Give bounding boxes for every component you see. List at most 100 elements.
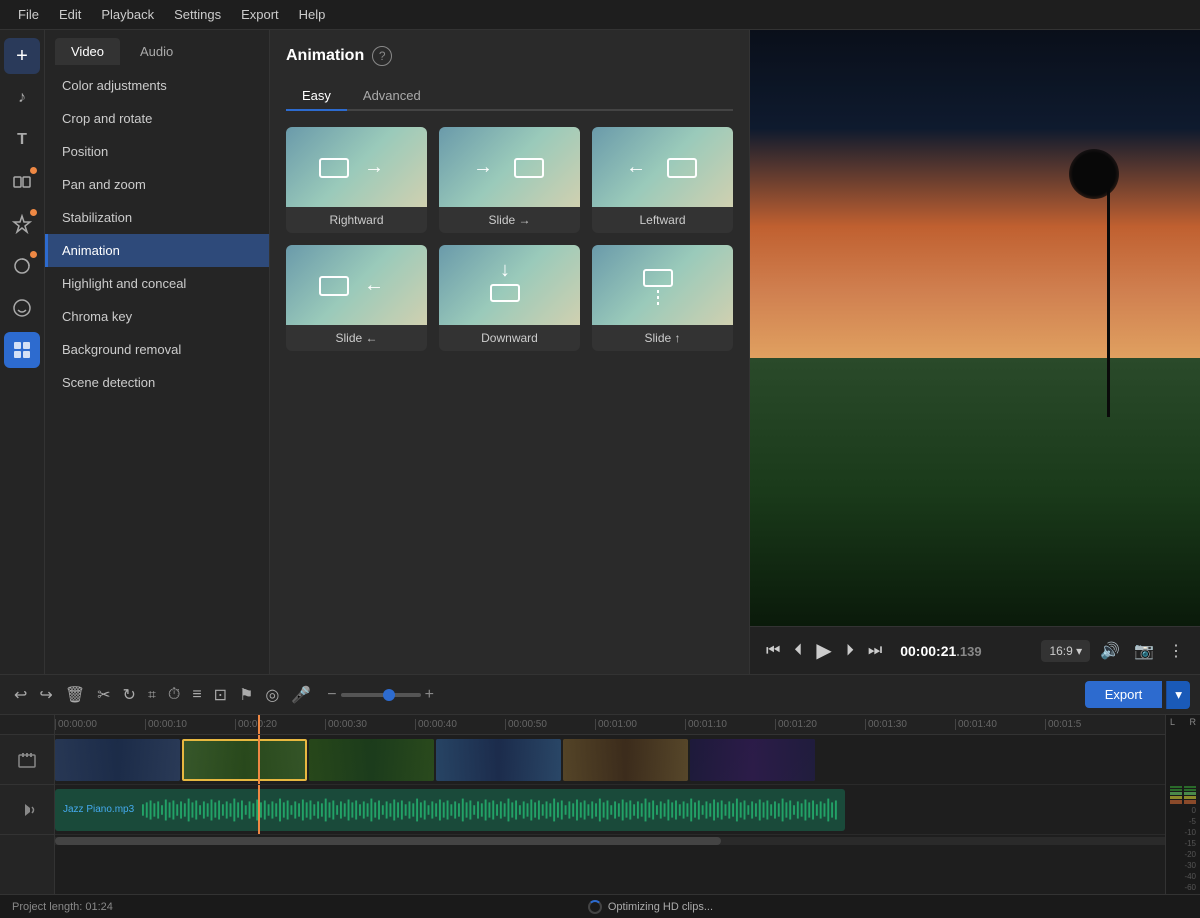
audio-btn[interactable]: 🎤	[287, 681, 315, 709]
video-clip-5[interactable]	[563, 739, 688, 781]
anim-card-leftward[interactable]: ← Leftward	[592, 127, 733, 233]
animation-help-icon[interactable]: ?	[372, 46, 392, 66]
undo-btn[interactable]: ↩	[10, 681, 31, 709]
preview-area: ⏮ ⏴ ▶ ⏵ ⏭ 00:00:21.139 16:9 ▾ 🔊 📷 ⋮	[750, 30, 1200, 674]
zoom-in-btn[interactable]: +	[425, 686, 434, 704]
rotate-btn[interactable]: ↻	[119, 681, 140, 709]
audio-track: Jazz Piano.mp3 // This will be rendered …	[55, 785, 1165, 835]
menu-item-stabilization[interactable]: Stabilization	[45, 201, 269, 234]
more-options-btn[interactable]: ⋮	[1164, 637, 1188, 665]
menu-playback[interactable]: Playback	[91, 7, 164, 22]
aspect-ratio-btn[interactable]: 16:9 ▾	[1041, 640, 1090, 662]
anim-label-slide-right: Slide →	[439, 207, 580, 233]
anim-tab-advanced[interactable]: Advanced	[347, 82, 437, 111]
anim-label-slide-up: Slide ↑	[592, 325, 733, 351]
prev-frame-btn[interactable]: ⏴	[790, 638, 806, 664]
speed-btn[interactable]: ⏱	[164, 682, 184, 708]
screenshot-btn[interactable]: 📷	[1130, 637, 1158, 665]
animation-tabs: Easy Advanced	[286, 82, 733, 111]
video-clip-3[interactable]	[309, 739, 434, 781]
equalizer-btn[interactable]: ≡	[188, 682, 205, 708]
svg-text:←: ←	[364, 274, 384, 296]
text-icon[interactable]: T	[4, 122, 40, 158]
transition-icon[interactable]	[4, 164, 40, 200]
stickers-icon[interactable]	[4, 290, 40, 326]
video-clip-6[interactable]	[690, 739, 815, 781]
audio-clip[interactable]: Jazz Piano.mp3 // This will be rendered …	[55, 789, 845, 831]
export-button[interactable]: Export	[1085, 681, 1163, 708]
video-clip-2-selected[interactable]	[182, 739, 307, 781]
video-clip-1[interactable]	[55, 739, 180, 781]
timeline-ruler: 00:00:00 00:00:10 00:00:20 00:00:30 00:0…	[55, 715, 1165, 735]
preview-controls: ⏮ ⏴ ▶ ⏵ ⏭ 00:00:21.139 16:9 ▾ 🔊 📷 ⋮	[750, 626, 1200, 674]
anim-card-slide-up[interactable]: Slide ↑	[592, 245, 733, 351]
menu-item-chroma[interactable]: Chroma key	[45, 300, 269, 333]
next-frame-btn[interactable]: ⏵	[842, 638, 858, 664]
skip-start-btn[interactable]: ⏮	[762, 638, 784, 664]
timeline-scrollbar[interactable]	[55, 837, 1165, 845]
timeline-toolbar: ↩ ↪ 🗑 ✂ ↻ ⌗ ⏱ ≡ ⊡ ⚑ ◎ 🎤 − + Export ▾	[0, 675, 1200, 715]
stabilize-btn[interactable]: ◎	[261, 681, 283, 709]
audio-track-label	[0, 785, 54, 835]
animation-panel: Animation ? Easy Advanced → Rightward → …	[270, 30, 750, 674]
menu-item-color[interactable]: Color adjustments	[45, 69, 269, 102]
skip-end-btn[interactable]: ⏭	[864, 638, 886, 664]
animation-header: Animation ?	[286, 46, 733, 66]
audio-meter: LR 0 -5 -	[1165, 715, 1200, 894]
effects-icon[interactable]	[4, 206, 40, 242]
flag-btn[interactable]: ⚑	[235, 681, 257, 709]
menu-item-bg-removal[interactable]: Background removal	[45, 333, 269, 366]
panel-tabs: Video Audio	[45, 30, 269, 65]
project-length: Project length: 01:24	[12, 901, 113, 913]
filters-icon[interactable]	[4, 248, 40, 284]
cut-btn[interactable]: ✂	[93, 681, 114, 709]
menu-item-scene[interactable]: Scene detection	[45, 366, 269, 399]
menu-help[interactable]: Help	[289, 7, 336, 22]
menu-item-pan[interactable]: Pan and zoom	[45, 168, 269, 201]
zoom-track[interactable]	[341, 693, 421, 697]
redo-btn[interactable]: ↪	[35, 681, 56, 709]
zoom-out-btn[interactable]: −	[327, 686, 336, 704]
time-ms: .139	[956, 644, 981, 659]
anim-card-slide-left[interactable]: ← Slide ←	[286, 245, 427, 351]
play-btn[interactable]: ▶	[812, 634, 835, 667]
zoom-thumb[interactable]	[383, 689, 395, 701]
fit-btn[interactable]: ⊡	[210, 681, 231, 709]
anim-label-leftward: Leftward	[592, 207, 733, 233]
panel-menu: Color adjustments Crop and rotate Positi…	[45, 65, 269, 674]
volume-btn[interactable]: 🔊	[1096, 637, 1124, 665]
anim-label-slide-left: Slide ←	[286, 325, 427, 351]
svg-text:→: →	[364, 156, 384, 178]
time-display: 00:00:21.139	[900, 643, 981, 659]
optimizing-status: Optimizing HD clips...	[588, 900, 713, 914]
menu-file[interactable]: File	[8, 7, 49, 22]
music-icon[interactable]: ♪	[4, 80, 40, 116]
anim-card-rightward[interactable]: → Rightward	[286, 127, 427, 233]
crop-btn[interactable]: ⌗	[144, 682, 160, 707]
track-labels	[0, 715, 55, 894]
video-track	[55, 735, 1165, 785]
menu-item-crop[interactable]: Crop and rotate	[45, 102, 269, 135]
export-arrow-btn[interactable]: ▾	[1166, 681, 1190, 709]
tab-video[interactable]: Video	[55, 38, 120, 65]
sidebar: + ♪ T	[0, 30, 45, 674]
menu-settings[interactable]: Settings	[164, 7, 231, 22]
anim-card-slide-right[interactable]: → Slide →	[439, 127, 580, 233]
anim-label-downward: Downward	[439, 325, 580, 351]
anim-card-downward[interactable]: ↓ Downward	[439, 245, 580, 351]
tab-audio[interactable]: Audio	[124, 38, 189, 65]
tools-icon[interactable]	[4, 332, 40, 368]
video-clip-4[interactable]	[436, 739, 561, 781]
menu-export[interactable]: Export	[231, 7, 289, 22]
menu-edit[interactable]: Edit	[49, 7, 91, 22]
status-bar: Project length: 01:24 Optimizing HD clip…	[0, 894, 1200, 918]
delete-btn[interactable]: 🗑	[61, 681, 89, 709]
animation-grid: → Rightward → Slide → ← Leftward	[286, 127, 733, 351]
menu-item-position[interactable]: Position	[45, 135, 269, 168]
anim-tab-easy[interactable]: Easy	[286, 82, 347, 111]
svg-text:→: →	[473, 156, 493, 178]
properties-panel: Video Audio Color adjustments Crop and r…	[45, 30, 270, 674]
menu-item-animation[interactable]: Animation	[45, 234, 269, 267]
add-icon[interactable]: +	[4, 38, 40, 74]
menu-item-highlight[interactable]: Highlight and conceal	[45, 267, 269, 300]
